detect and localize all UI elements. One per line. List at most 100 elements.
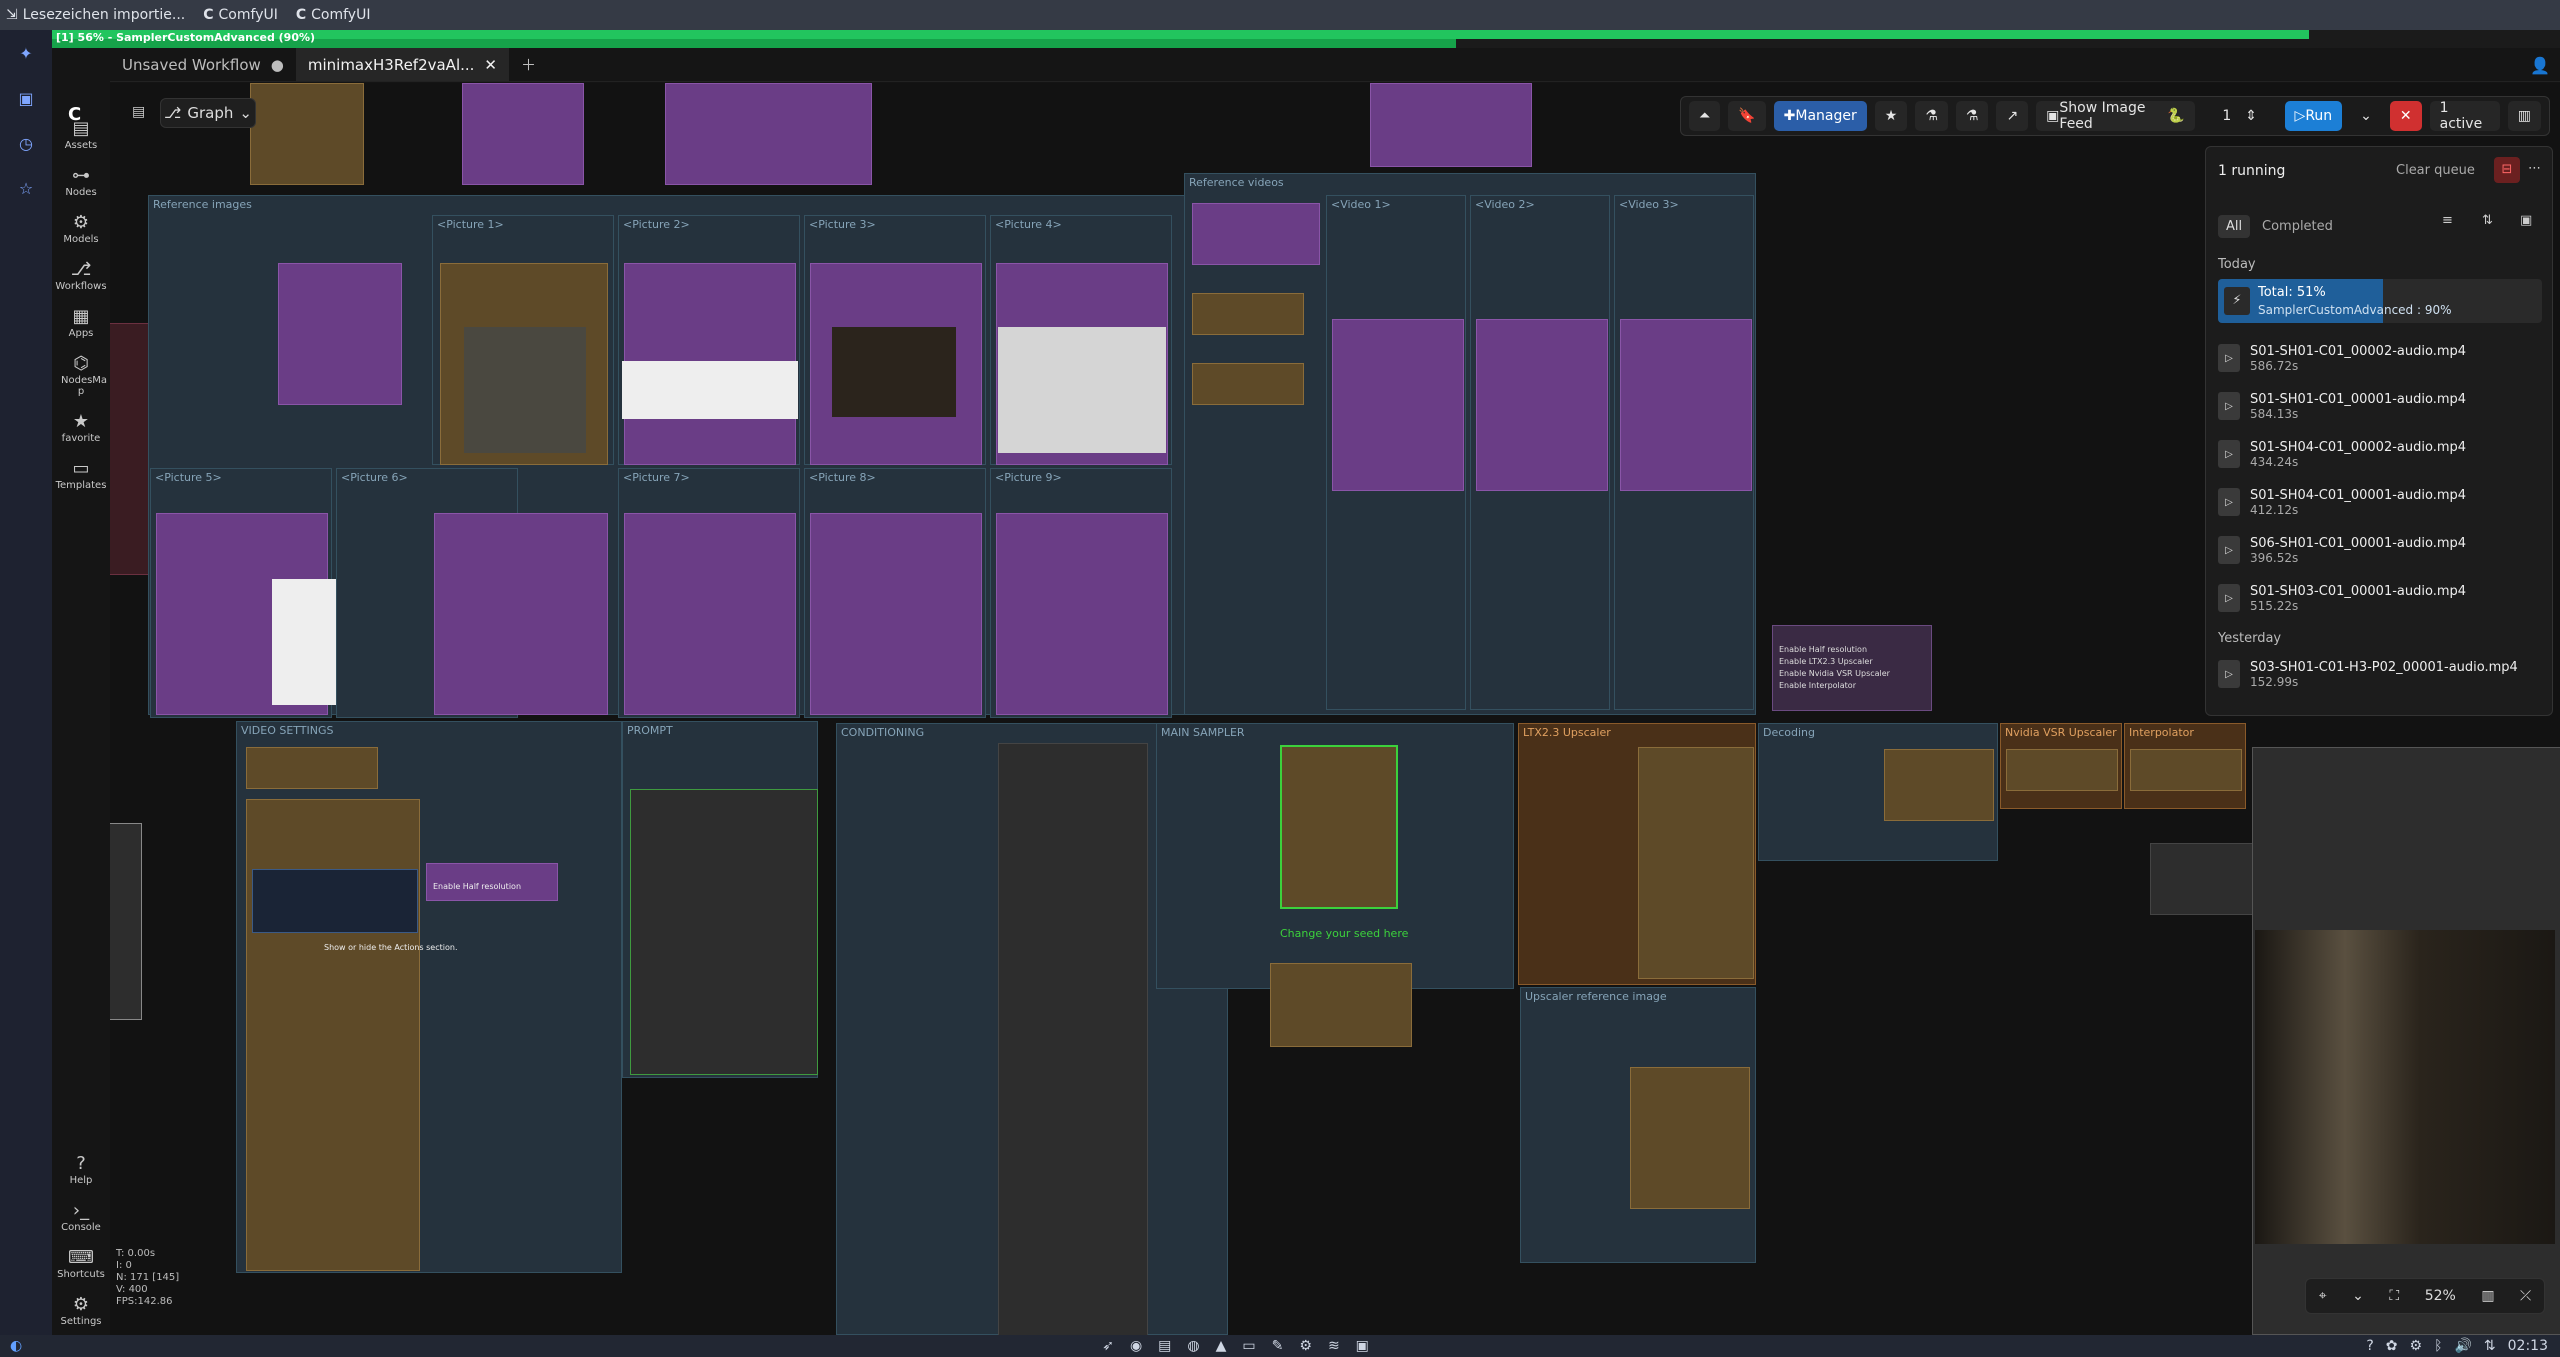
more-options-icon[interactable]: ⋯ (2528, 161, 2541, 176)
node-video-3[interactable] (1620, 319, 1752, 491)
browser-icon[interactable]: ◉ (1130, 1338, 1142, 1354)
tab-minimax-workflow[interactable]: minimaxH3Ref2vaAl... ✕ (295, 48, 509, 81)
queue-item[interactable]: ▷ S01-SH01-C01_00001-audio.mp4 584.13s (2218, 385, 2542, 427)
node-half-resolution[interactable]: Enable Half resolution (426, 863, 558, 901)
user-icon[interactable]: 👤 (2530, 56, 2550, 75)
queue-item[interactable]: ▷ S01-SH04-C01_00002-audio.mp4 434.24s (2218, 433, 2542, 475)
sort-icon[interactable]: ⇅ (2482, 213, 2493, 228)
node-prompt-text[interactable] (630, 789, 818, 1075)
queue-item[interactable]: ▷ S01-SH04-C01_00001-audio.mp4 412.12s (2218, 481, 2542, 523)
run-options-button[interactable]: ⌄ (2350, 101, 2382, 131)
toggle-ltx-upscaler[interactable]: Enable LTX2.3 Upscaler (1779, 656, 1925, 668)
save-icon[interactable]: ▣ (18, 89, 33, 108)
node-video-load-2[interactable] (1192, 363, 1304, 405)
sidebar-item-models[interactable]: ⚙ Models (52, 212, 110, 245)
color-tray-icon[interactable]: ✿ (2386, 1338, 2398, 1354)
node-nvidia-vsr[interactable] (2006, 749, 2118, 791)
manager-button[interactable]: ✚ Manager (1773, 101, 1867, 131)
sidebar-item-settings[interactable]: ⚙ Settings (52, 1294, 110, 1327)
cancel-button[interactable]: ✕ (2389, 101, 2422, 131)
node-seed[interactable] (1270, 963, 1412, 1047)
panel-toggle-button[interactable]: ▥ (2507, 101, 2541, 131)
queue-item[interactable]: ▷ S01-SH03-C01_00001-audio.mp4 515.22s (2218, 577, 2542, 619)
sidebar-item-workflows[interactable]: ⎇ Workflows (52, 259, 110, 292)
cursor-app-icon[interactable]: ➶ (1102, 1338, 1114, 1354)
hide-links-icon[interactable]: ⤫ (2520, 1288, 2531, 1304)
active-queue-button[interactable]: 1 active (2429, 100, 2500, 132)
node-sampler-custom-advanced[interactable] (1280, 745, 1398, 909)
tool-button-2[interactable]: ⚗ (1955, 101, 1989, 131)
node-top-3[interactable] (665, 83, 872, 185)
show-image-feed-button[interactable]: ▣ Show Image Feed 🐍 (2036, 100, 2195, 132)
sidebar-item-templates[interactable]: ▭ Templates (52, 458, 110, 491)
queue-item[interactable]: ▷ S03-SH01-C01-H3-P02_00001-audio.mp4 152.… (2218, 653, 2542, 695)
node-video-2[interactable] (1476, 319, 1608, 491)
help-tray-icon[interactable]: ? (2366, 1338, 2373, 1354)
node-load-image-6[interactable] (434, 513, 608, 715)
screenshot-icon[interactable]: ▣ (1356, 1338, 1369, 1354)
queue-item[interactable]: ▷ S06-SH01-C01_00001-audio.mp4 396.52s (2218, 529, 2542, 571)
gallery-icon[interactable]: ▣ (2520, 213, 2532, 228)
sidebar-item-nodesmap[interactable]: ⌬ NodesMa p (52, 353, 110, 397)
node-top-1[interactable] (250, 83, 364, 185)
resolution-presets-panel[interactable] (252, 869, 418, 933)
editor-icon[interactable]: ✎ (1272, 1338, 1284, 1354)
sidebar-item-nodes[interactable]: ⊶ Nodes (52, 165, 110, 198)
history-icon[interactable]: ◷ (19, 134, 33, 153)
tab-unsaved-workflow[interactable]: Unsaved Workflow ● (110, 48, 296, 81)
volume-icon[interactable]: 🔊 (2454, 1338, 2471, 1354)
node-conditioning-main[interactable] (998, 743, 1148, 1335)
bookmark-comfyui-1[interactable]: C ComfyUI (203, 7, 278, 23)
zoom-level[interactable]: 52% (2425, 1288, 2456, 1304)
batch-count-input[interactable]: 1 ⇕ (2203, 101, 2277, 131)
node-enable-videos[interactable] (1192, 203, 1320, 265)
node-enable-toggles[interactable]: Enable Half resolution Enable LTX2.3 Ups… (1772, 625, 1932, 711)
bookmark-comfyui-2[interactable]: C ComfyUI (296, 7, 371, 23)
terminal-icon[interactable]: ▭ (1242, 1338, 1255, 1354)
chevron-down-icon[interactable]: ⌄ (2352, 1288, 2364, 1304)
star-icon[interactable]: ☆ (19, 179, 33, 198)
node-ltx-upscaler[interactable] (1638, 747, 1754, 979)
graph-canvas[interactable]: Reference images <Picture 1> <Picture 2>… (110, 83, 2560, 1335)
steam-tray-icon[interactable]: ⚙ (2410, 1338, 2423, 1354)
pointer-icon[interactable]: ⌖ (2319, 1288, 2327, 1304)
node-load-image-9[interactable] (996, 513, 1168, 715)
sidebar-item-shortcuts[interactable]: ⌨ Shortcuts (52, 1247, 110, 1280)
node-interpolator[interactable] (2130, 749, 2242, 791)
sparkle-icon[interactable]: ✦ (19, 44, 32, 63)
minimap-icon[interactable]: ▥ (2481, 1288, 2494, 1304)
sidebar-item-console[interactable]: ›_ Console (52, 1200, 110, 1233)
filter-all[interactable]: All (2218, 215, 2251, 238)
network-icon[interactable]: ⇅ (2484, 1338, 2496, 1354)
comfy-logo[interactable]: C (68, 104, 81, 125)
node-load-image-8[interactable] (810, 513, 982, 715)
star-button[interactable]: ★ (1874, 101, 1908, 131)
wave-icon[interactable]: ≋ (1328, 1338, 1340, 1354)
toggle-half-resolution[interactable]: Enable Half resolution (1779, 644, 1925, 656)
fit-view-icon[interactable]: ⛶ (2389, 1288, 2399, 1304)
toggle-nvidia-vsr[interactable]: Enable Nvidia VSR Upscaler (1779, 668, 1925, 680)
clear-queue-button[interactable]: Clear queue (2396, 163, 2475, 178)
node-final-combine[interactable] (2150, 843, 2262, 915)
sidebar-item-favorite[interactable]: ★ favorite (52, 411, 110, 444)
files-icon[interactable]: ▤ (1158, 1338, 1171, 1354)
bluetooth-icon[interactable]: ᛒ (2434, 1338, 2442, 1354)
node-video-load-1[interactable] (1192, 293, 1304, 335)
filter-completed[interactable]: Completed (2262, 219, 2333, 234)
bookmark-import[interactable]: ⇲ Lesezeichen importie... (6, 7, 185, 23)
node-settings-1[interactable] (246, 747, 378, 789)
launcher-icon[interactable]: ◐ (10, 1338, 22, 1354)
graph-mode-selector[interactable]: ⎇ Graph ⌄ (160, 98, 256, 128)
sidebar-item-apps[interactable]: ▦ Apps (52, 306, 110, 339)
panel-toggle-icon[interactable]: ▤ (132, 104, 145, 120)
toggle-interpolator[interactable]: Enable Interpolator (1779, 680, 1925, 692)
close-icon[interactable]: ✕ (484, 56, 497, 74)
node-vae-decode[interactable] (1884, 749, 1994, 821)
clear-queue-icon[interactable]: ⊟ (2494, 157, 2520, 183)
new-tab-button[interactable]: ＋ (509, 48, 548, 81)
bookmark-button[interactable]: 🔖 (1728, 101, 1766, 131)
tool-button-1[interactable]: ⚗ (1915, 101, 1948, 131)
manager-logo-button[interactable]: ⏶ (1689, 101, 1721, 131)
firefox-icon[interactable]: ◍ (1187, 1338, 1199, 1354)
node-top-4[interactable] (1370, 83, 1532, 167)
